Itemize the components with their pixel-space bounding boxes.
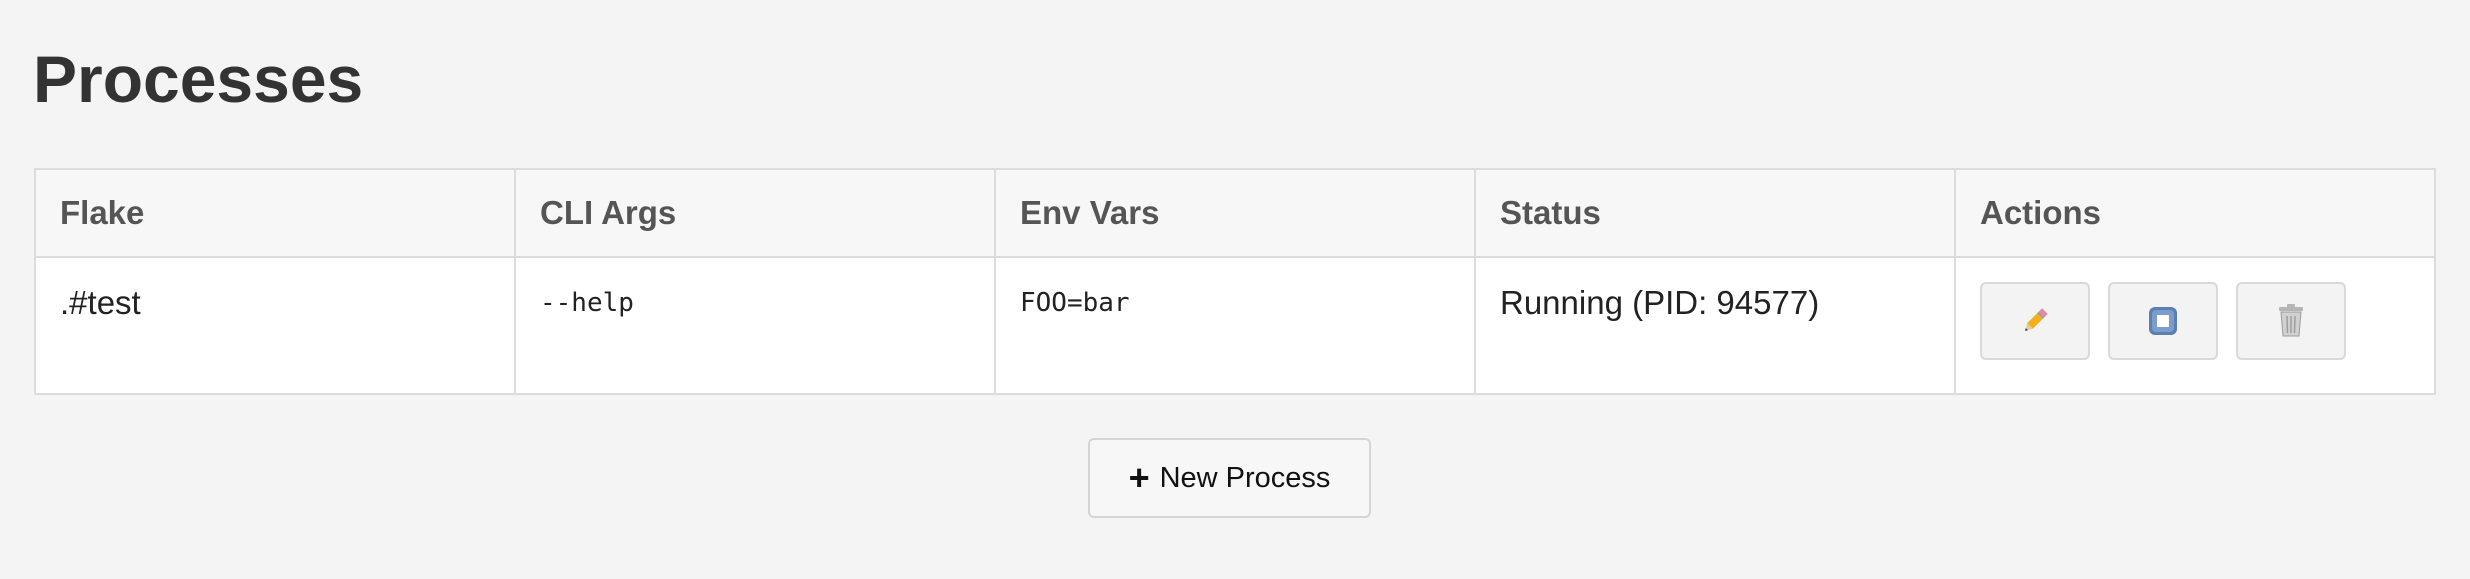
stop-icon: [2149, 307, 2177, 335]
trash-icon: [2279, 304, 2303, 337]
column-header-flake: Flake: [34, 168, 516, 258]
row-actions: [1980, 282, 2410, 360]
pencil-icon: [2025, 308, 2048, 331]
plus-icon: +: [1128, 457, 1150, 498]
column-header-cli-args: CLI Args: [514, 168, 996, 258]
stop-button[interactable]: [2108, 282, 2218, 360]
new-process-button[interactable]: + New Process: [1088, 438, 1371, 518]
env-vars-cell: FOO=bar: [994, 256, 1476, 395]
flake-cell: .#test: [34, 256, 516, 395]
column-header-status: Status: [1474, 168, 1956, 258]
table-row: .#test --help FOO=bar Running (PID: 9457…: [34, 256, 2436, 395]
delete-button[interactable]: [2236, 282, 2346, 360]
page-title: Processes: [33, 42, 364, 116]
processes-page: Processes Flake CLI Args Env Vars Status…: [0, 0, 2470, 579]
column-header-actions: Actions: [1954, 168, 2436, 258]
cli-args-cell: --help: [514, 256, 996, 395]
processes-table: Flake CLI Args Env Vars Status Actions .…: [34, 168, 2436, 395]
new-process-label: New Process: [1159, 461, 1331, 494]
status-cell: Running (PID: 94577): [1474, 256, 1956, 395]
edit-button[interactable]: [1980, 282, 2090, 360]
column-header-env-vars: Env Vars: [994, 168, 1476, 258]
table-header-row: Flake CLI Args Env Vars Status Actions: [34, 168, 2436, 258]
actions-cell: [1954, 256, 2436, 395]
